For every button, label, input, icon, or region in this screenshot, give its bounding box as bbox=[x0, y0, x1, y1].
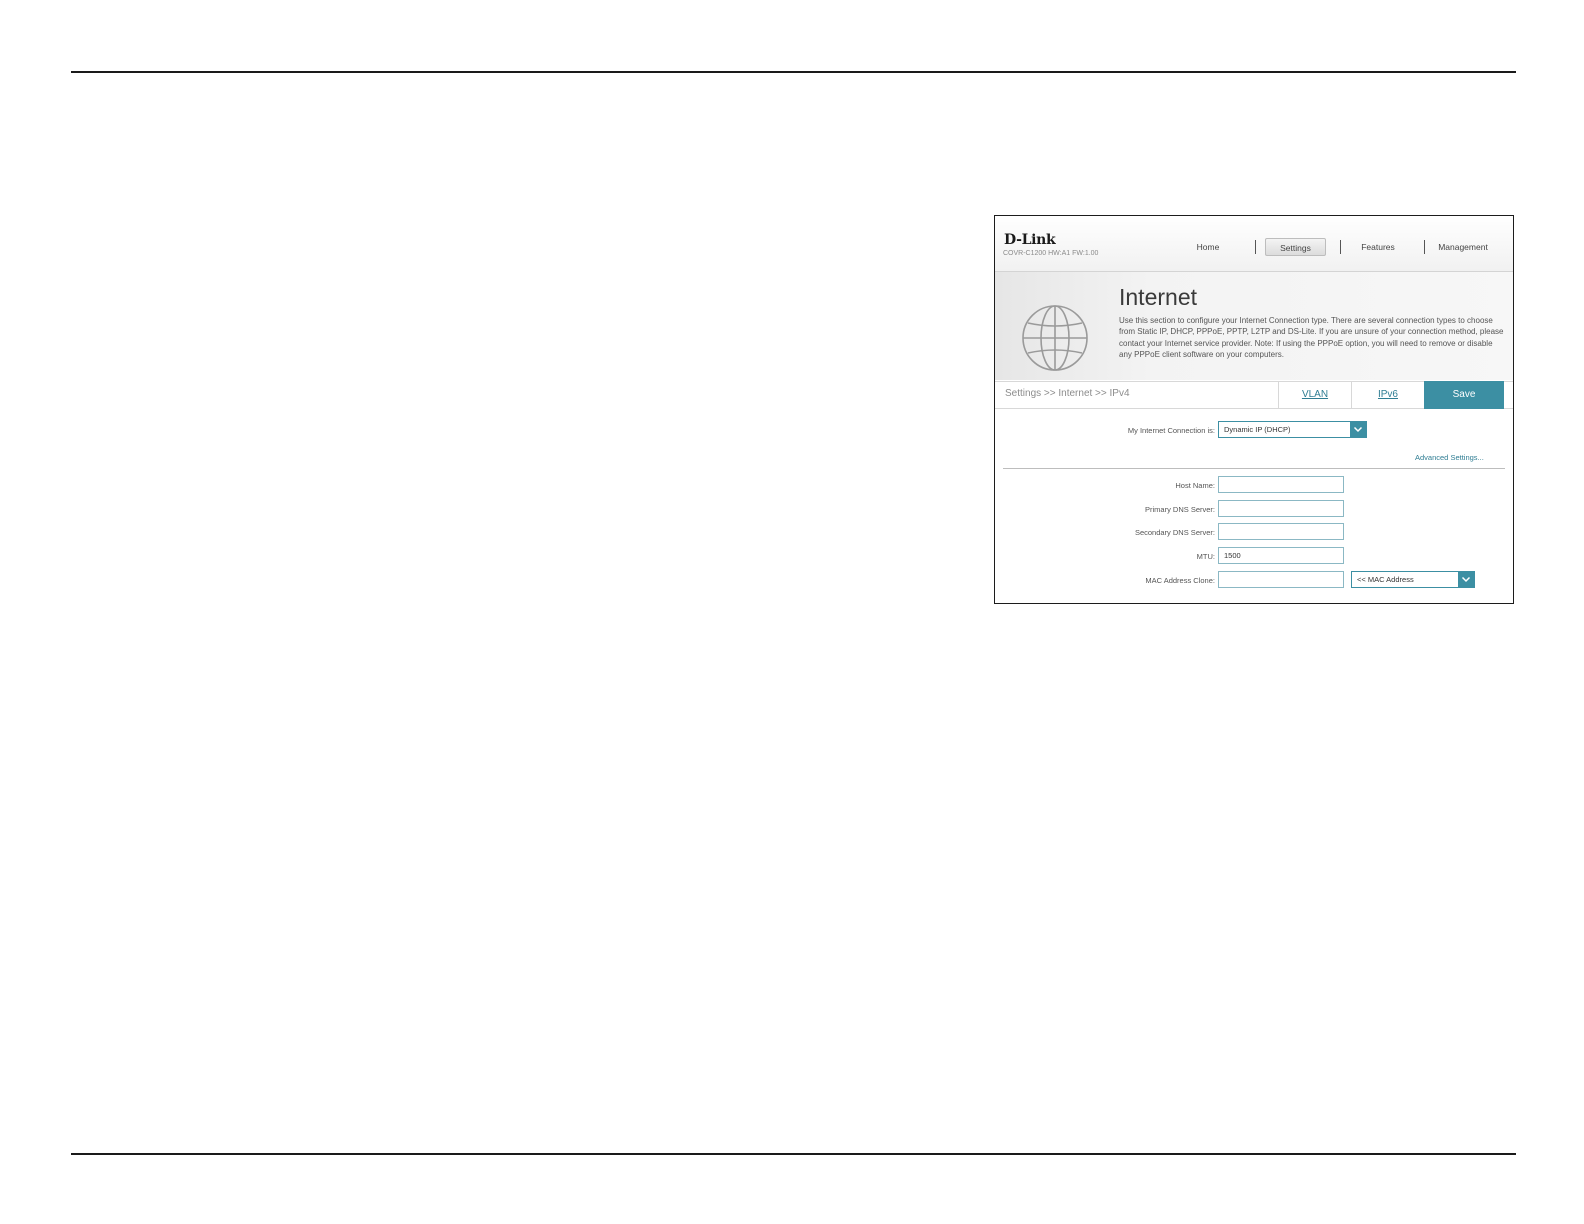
page-top-rule bbox=[71, 71, 1516, 73]
secondary-dns-input[interactable] bbox=[1218, 523, 1344, 540]
secondary-dns-label: Secondary DNS Server: bbox=[1134, 528, 1215, 537]
mac-clone-label: MAC Address Clone: bbox=[1145, 576, 1215, 585]
nav-separator bbox=[1424, 240, 1425, 254]
tab-vlan[interactable]: VLAN bbox=[1278, 381, 1351, 409]
tab-ipv6[interactable]: IPv6 bbox=[1351, 381, 1424, 409]
nav-settings[interactable]: Settings bbox=[1265, 238, 1326, 256]
globe-icon bbox=[1022, 305, 1088, 371]
mtu-input[interactable]: 1500 bbox=[1218, 547, 1344, 564]
advanced-settings-link[interactable]: Advanced Settings... bbox=[1415, 453, 1484, 462]
nav-features[interactable]: Features bbox=[1347, 238, 1409, 256]
section-divider bbox=[1003, 468, 1505, 469]
nav-management[interactable]: Management bbox=[1427, 238, 1499, 256]
page-description: Use this section to configure your Inter… bbox=[1119, 316, 1504, 359]
header-bar: D-Link COVR-C1200 HW:A1 FW:1.00 Home Set… bbox=[995, 216, 1513, 272]
page-bottom-rule bbox=[71, 1153, 1516, 1155]
nav-separator bbox=[1340, 240, 1341, 254]
mac-clone-input[interactable] bbox=[1218, 571, 1344, 588]
nav-home[interactable]: Home bbox=[1183, 238, 1233, 256]
model-info: COVR-C1200 HW:A1 FW:1.00 bbox=[1003, 250, 1099, 257]
primary-dns-input[interactable] bbox=[1218, 500, 1344, 517]
mac-address-select[interactable]: << MAC Address bbox=[1351, 571, 1475, 588]
mac-address-select-value: << MAC Address bbox=[1357, 575, 1414, 584]
mtu-label: MTU: bbox=[1196, 552, 1215, 561]
connection-type-select[interactable]: Dynamic IP (DHCP) bbox=[1218, 421, 1367, 438]
host-name-label: Host Name: bbox=[1175, 481, 1215, 490]
connection-type-value: Dynamic IP (DHCP) bbox=[1224, 425, 1291, 434]
chevron-down-icon bbox=[1458, 572, 1474, 587]
page-title: Internet bbox=[1119, 284, 1197, 310]
chevron-down-icon bbox=[1350, 422, 1366, 437]
save-button[interactable]: Save bbox=[1424, 381, 1504, 409]
breadcrumb: Settings >> Internet >> IPv4 bbox=[1005, 388, 1130, 399]
host-name-input[interactable] bbox=[1218, 476, 1344, 493]
nav-separator bbox=[1255, 240, 1256, 254]
connection-type-label: My Internet Connection is: bbox=[1127, 426, 1215, 435]
primary-dns-label: Primary DNS Server: bbox=[1144, 505, 1215, 514]
router-ui-screenshot: D-Link COVR-C1200 HW:A1 FW:1.00 Home Set… bbox=[994, 215, 1514, 604]
dlink-logo: D-Link bbox=[1004, 232, 1056, 248]
